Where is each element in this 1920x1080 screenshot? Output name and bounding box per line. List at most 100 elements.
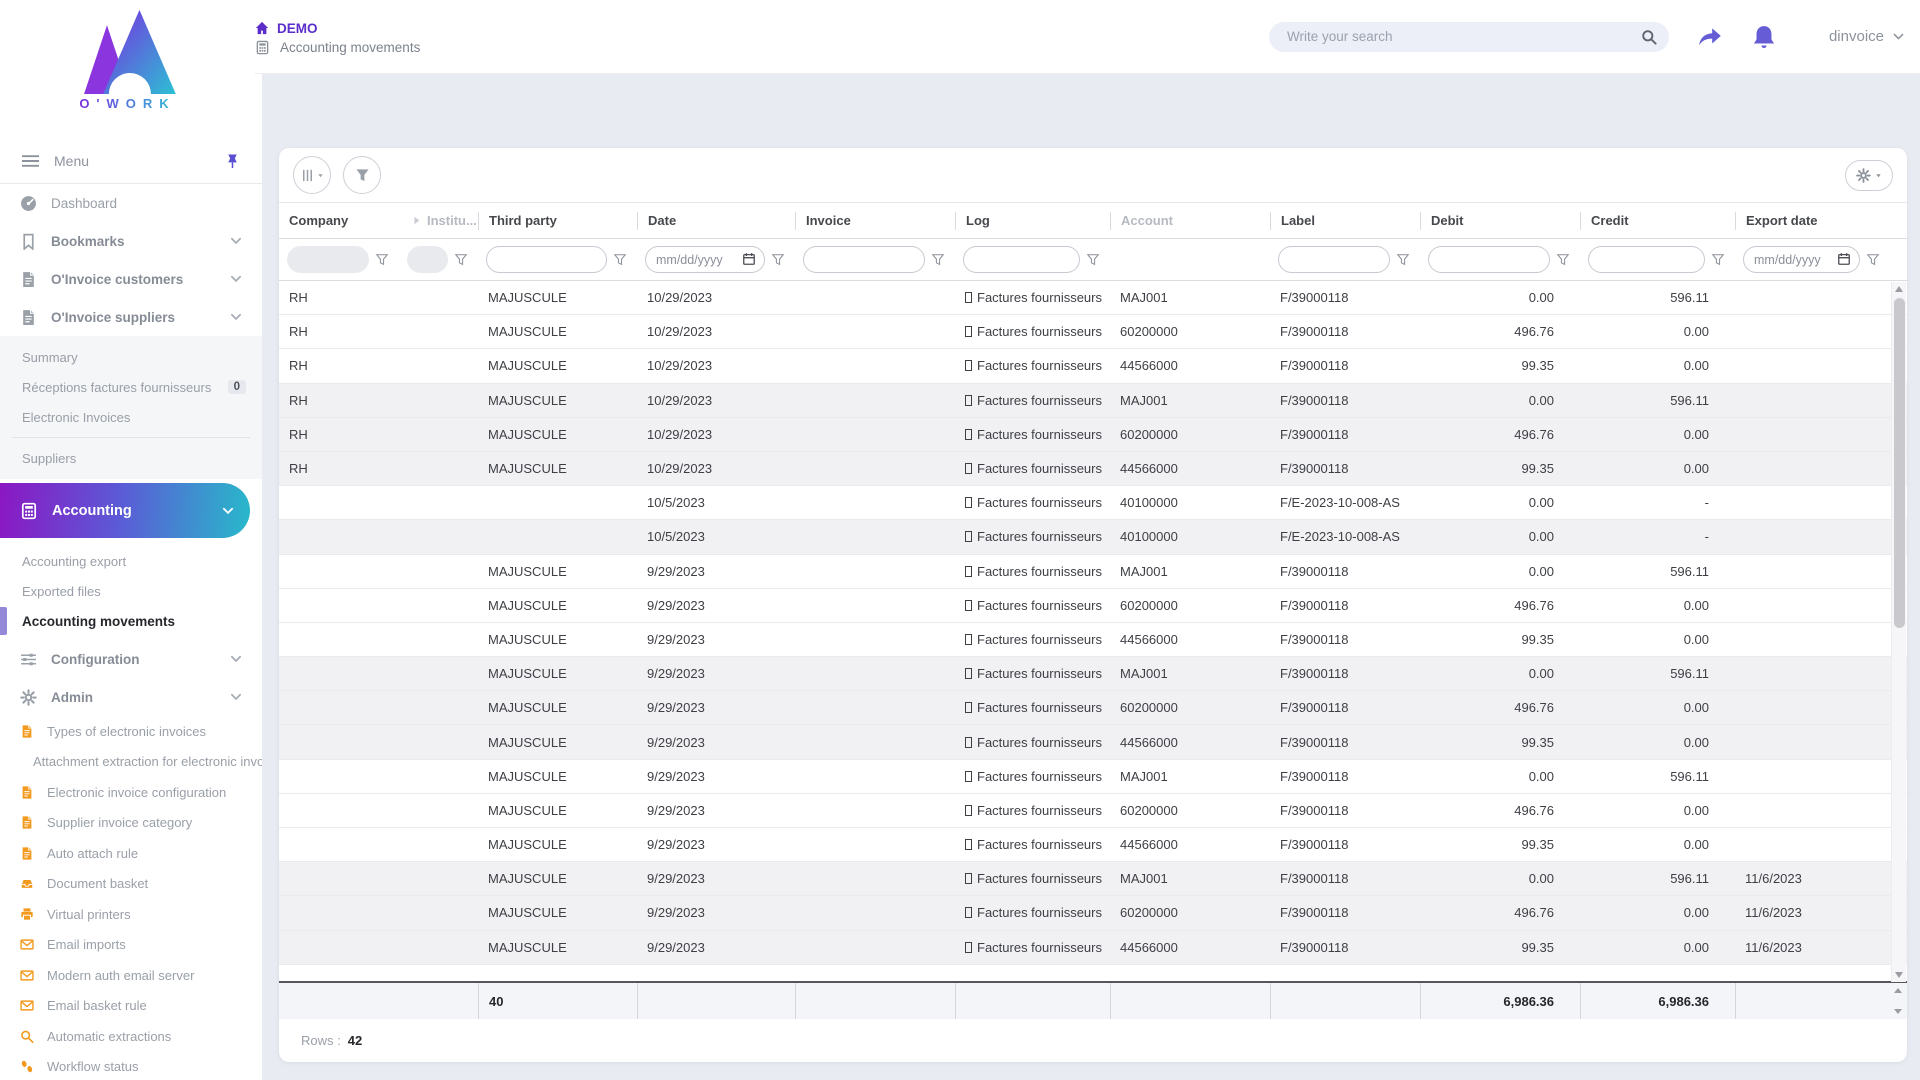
- sidebar-subitem[interactable]: Accounting export: [0, 546, 262, 576]
- funnel-icon[interactable]: [1396, 253, 1410, 267]
- sidebar-item[interactable]: Email imports: [0, 930, 262, 961]
- share-icon[interactable]: [1697, 24, 1723, 50]
- chevron-down-icon: [230, 653, 242, 665]
- sidebar-item[interactable]: Attachment extraction for electronic inv…: [0, 747, 262, 778]
- column-header-export_date[interactable]: Export date: [1735, 203, 1890, 238]
- settings-button[interactable]: [1845, 159, 1893, 191]
- column-header-label[interactable]: Label: [1270, 203, 1420, 238]
- sidebar-subitem[interactable]: Suppliers: [0, 443, 262, 473]
- sidebar-item-label: Accounting: [52, 502, 132, 519]
- table-row[interactable]: MAJUSCULE 9/29/2023 Factures fournisseurs M…: [279, 862, 1907, 897]
- scroll-down-icon[interactable]: [1895, 972, 1903, 978]
- sidebar-subitem[interactable]: Summary: [0, 342, 262, 372]
- pin-icon[interactable]: [225, 153, 240, 169]
- calendar-icon[interactable]: [742, 252, 756, 266]
- sidebar-item[interactable]: Bookmarks: [0, 222, 262, 260]
- scroll-up-icon[interactable]: [1895, 286, 1903, 292]
- column-header-institution[interactable]: Institu...: [399, 203, 478, 238]
- funnel-icon[interactable]: [1086, 253, 1100, 267]
- funnel-icon[interactable]: [375, 253, 389, 267]
- funnel-icon[interactable]: [1711, 253, 1725, 267]
- table-row[interactable]: MAJUSCULE 9/29/2023 Factures fournisseurs 4…: [279, 623, 1907, 658]
- table-row[interactable]: MAJUSCULE 9/29/2023 Factures fournisseurs 6…: [279, 691, 1907, 726]
- sidebar-item[interactable]: Accounting: [0, 483, 250, 538]
- sidebar-item[interactable]: O'Invoice customers: [0, 260, 262, 298]
- table-row[interactable]: RH MAJUSCULE 10/29/2023 Factures fournisseu…: [279, 451, 1907, 487]
- scroll-down-icon[interactable]: [1894, 1009, 1902, 1014]
- column-header-account[interactable]: Account: [1110, 203, 1270, 238]
- table-row[interactable]: MAJUSCULE 9/29/2023 Factures fournisseurs 4…: [279, 930, 1907, 965]
- breadcrumb-root[interactable]: DEMO: [255, 21, 420, 36]
- table-row[interactable]: MAJUSCULE 9/29/2023 Factures fournisseurs 6…: [279, 589, 1907, 623]
- third-party-filter-input[interactable]: [486, 246, 607, 273]
- sidebar-subitem[interactable]: Exported files: [0, 576, 262, 606]
- column-header-third_party[interactable]: Third party: [478, 203, 637, 238]
- funnel-icon[interactable]: [1866, 253, 1880, 267]
- scrollbar-thumb[interactable]: [1894, 298, 1905, 628]
- column-header-date[interactable]: Date: [637, 203, 795, 238]
- table-row[interactable]: RH MAJUSCULE 10/29/2023 Factures fournisseu…: [279, 383, 1907, 418]
- menu-toggle[interactable]: Menu: [0, 138, 262, 184]
- bell-icon[interactable]: [1751, 24, 1777, 50]
- filter-button[interactable]: [343, 156, 381, 194]
- table-row[interactable]: RH MAJUSCULE 10/29/2023 Factures fournisseu…: [279, 281, 1907, 316]
- invoice-filter-input[interactable]: [803, 246, 925, 273]
- sidebar-item[interactable]: Workflow status: [0, 1052, 262, 1080]
- vertical-scrollbar[interactable]: [1891, 282, 1906, 982]
- column-header-credit[interactable]: Credit: [1580, 203, 1735, 238]
- company-filter-input[interactable]: [287, 246, 369, 273]
- sidebar-subitem[interactable]: Accounting movements: [0, 606, 262, 636]
- table-row[interactable]: RH MAJUSCULE 10/29/2023 Factures fournisseu…: [279, 349, 1907, 384]
- sidebar-item[interactable]: Configuration: [0, 640, 262, 678]
- log-filter-input[interactable]: [963, 246, 1080, 273]
- table-row[interactable]: MAJUSCULE 9/29/2023 Factures fournisseurs M…: [279, 555, 1907, 589]
- table-row[interactable]: MAJUSCULE 9/29/2023 Factures fournisseurs 4…: [279, 828, 1907, 863]
- cell-third-party: MAJUSCULE: [478, 598, 637, 613]
- credit-filter-input[interactable]: [1588, 246, 1705, 273]
- label-filter-input[interactable]: [1278, 246, 1390, 273]
- sidebar-item[interactable]: Automatic extractions: [0, 1021, 262, 1052]
- table-row[interactable]: 10/5/2023 Factures fournisseurs 40100000 F/…: [279, 486, 1907, 521]
- sidebar-subitem[interactable]: Electronic Invoices: [0, 402, 262, 432]
- totals-scrollbar[interactable]: [1892, 985, 1905, 1017]
- column-header-debit[interactable]: Debit: [1420, 203, 1580, 238]
- debit-filter-input[interactable]: [1428, 246, 1550, 273]
- table-row[interactable]: RH MAJUSCULE 10/29/2023 Factures fournisseu…: [279, 315, 1907, 350]
- table-row[interactable]: 10/5/2023 Factures fournisseurs 40100000 F/…: [279, 520, 1907, 555]
- funnel-icon[interactable]: [454, 253, 468, 267]
- sidebar-item[interactable]: Types of electronic invoices: [0, 716, 262, 747]
- user-menu[interactable]: dinvoice: [1829, 28, 1904, 45]
- sidebar-item[interactable]: Document basket: [0, 869, 262, 900]
- sidebar-item[interactable]: Email basket rule: [0, 991, 262, 1022]
- column-header-log[interactable]: Log: [955, 203, 1110, 238]
- sidebar-item[interactable]: Auto attach rule: [0, 838, 262, 869]
- sidebar-item[interactable]: Admin: [0, 678, 262, 716]
- funnel-icon[interactable]: [1556, 253, 1570, 267]
- sidebar-item[interactable]: Modern auth email server: [0, 960, 262, 991]
- sidebar-item[interactable]: Supplier invoice category: [0, 808, 262, 839]
- sidebar-item[interactable]: Dashboard: [0, 184, 262, 222]
- sidebar-item[interactable]: Virtual printers: [0, 899, 262, 930]
- institution-filter-input[interactable]: [407, 246, 448, 273]
- funnel-icon[interactable]: [771, 253, 785, 267]
- table-row[interactable]: MAJUSCULE 9/29/2023 Factures fournisseurs M…: [279, 760, 1907, 794]
- scroll-up-icon[interactable]: [1894, 988, 1902, 993]
- search-icon[interactable]: [1641, 29, 1657, 45]
- sidebar-item[interactable]: O'Invoice suppliers: [0, 298, 262, 336]
- columns-button[interactable]: [293, 156, 331, 194]
- table-row[interactable]: MAJUSCULE 9/29/2023 Factures fournisseurs 6…: [279, 794, 1907, 828]
- search-input[interactable]: [1286, 29, 1641, 44]
- logo[interactable]: O'WORK: [0, 0, 255, 118]
- table-row[interactable]: MAJUSCULE 9/29/2023 Factures fournisseurs 4…: [279, 725, 1907, 760]
- column-header-invoice[interactable]: Invoice: [795, 203, 955, 238]
- column-header-company[interactable]: Company: [279, 203, 399, 238]
- table-row[interactable]: RH MAJUSCULE 10/29/2023 Factures fournisseu…: [279, 417, 1907, 452]
- table-row[interactable]: MAJUSCULE 9/29/2023 Factures fournisseurs 6…: [279, 896, 1907, 931]
- sidebar-item-label: Document basket: [47, 876, 149, 892]
- funnel-icon[interactable]: [931, 253, 945, 267]
- calendar-icon[interactable]: [1837, 252, 1851, 266]
- table-row[interactable]: MAJUSCULE 9/29/2023 Factures fournisseurs M…: [279, 657, 1907, 692]
- sidebar-subitem[interactable]: Réceptions factures fournisseurs 0: [0, 372, 262, 402]
- funnel-icon[interactable]: [613, 253, 627, 267]
- sidebar-item[interactable]: Electronic invoice configuration: [0, 777, 262, 808]
